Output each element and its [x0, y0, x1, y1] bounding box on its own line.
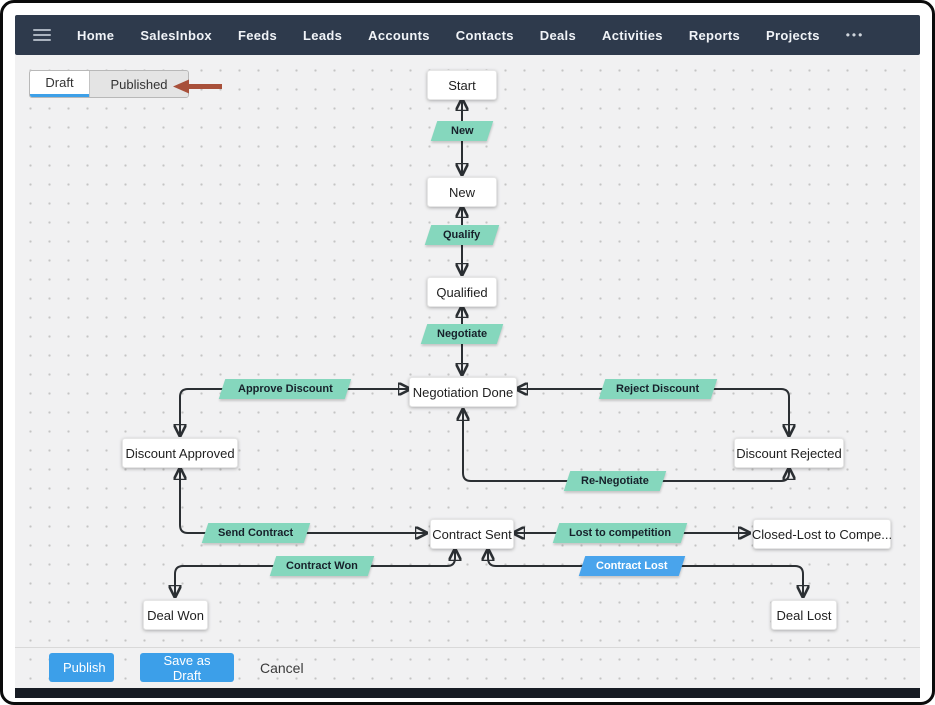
nav-item-activities[interactable]: Activities — [602, 28, 663, 43]
nav-item-feeds[interactable]: Feeds — [238, 28, 277, 43]
blueprint-canvas: Draft Published Start Ne — [15, 55, 920, 688]
transition-contract-lost[interactable]: Contract Lost — [579, 556, 685, 576]
transition-label: New — [451, 125, 474, 137]
transition-label: Contract Won — [286, 560, 358, 572]
nav-item-projects[interactable]: Projects — [766, 28, 820, 43]
stage-qualified[interactable]: Qualified — [427, 277, 497, 307]
stage-start[interactable]: Start — [427, 70, 497, 100]
transition-qualify[interactable]: Qualify — [425, 225, 499, 245]
stage-deal-won[interactable]: Deal Won — [143, 600, 208, 630]
transition-lost-to-competition[interactable]: Lost to competition — [553, 523, 687, 543]
nav-item-contacts[interactable]: Contacts — [456, 28, 514, 43]
stage-discount-approved[interactable]: Discount Approved — [122, 438, 238, 468]
transition-new[interactable]: New — [431, 121, 493, 141]
app-window: Home SalesInbox Feeds Leads Accounts Con… — [0, 0, 935, 705]
stage-new[interactable]: New — [427, 177, 497, 207]
transition-approve-discount[interactable]: Approve Discount — [219, 379, 351, 399]
stage-contract-sent[interactable]: Contract Sent — [430, 519, 514, 549]
transition-label: Lost to competition — [569, 527, 671, 539]
transition-label: Re-Negotiate — [581, 475, 649, 487]
top-navbar: Home SalesInbox Feeds Leads Accounts Con… — [15, 15, 920, 55]
transition-re-negotiate[interactable]: Re-Negotiate — [564, 471, 666, 491]
transition-label: Contract Lost — [596, 560, 668, 572]
transition-reject-discount[interactable]: Reject Discount — [599, 379, 717, 399]
stage-deal-lost[interactable]: Deal Lost — [771, 600, 837, 630]
transition-send-contract[interactable]: Send Contract — [202, 523, 310, 543]
transition-contract-won[interactable]: Contract Won — [270, 556, 374, 576]
nav-item-leads[interactable]: Leads — [303, 28, 342, 43]
bottom-dark-strip — [15, 688, 920, 698]
transition-label: Qualify — [443, 229, 480, 241]
hamburger-menu-icon[interactable] — [33, 29, 51, 41]
nav-more-icon[interactable]: ••• — [846, 28, 865, 42]
transition-label: Reject Discount — [616, 383, 699, 395]
stage-discount-rejected[interactable]: Discount Rejected — [734, 438, 844, 468]
transition-label: Approve Discount — [238, 383, 333, 395]
flow-connectors — [15, 55, 920, 688]
stage-negotiation-done[interactable]: Negotiation Done — [409, 377, 517, 407]
nav-item-salesinbox[interactable]: SalesInbox — [140, 28, 212, 43]
nav-item-home[interactable]: Home — [77, 28, 114, 43]
nav-item-reports[interactable]: Reports — [689, 28, 740, 43]
stage-closed-lost[interactable]: Closed-Lost to Compe... — [753, 519, 891, 549]
transition-negotiate[interactable]: Negotiate — [421, 324, 503, 344]
nav-item-accounts[interactable]: Accounts — [368, 28, 430, 43]
transition-label: Negotiate — [437, 328, 487, 340]
transition-label: Send Contract — [218, 527, 293, 539]
nav-item-deals[interactable]: Deals — [540, 28, 576, 43]
